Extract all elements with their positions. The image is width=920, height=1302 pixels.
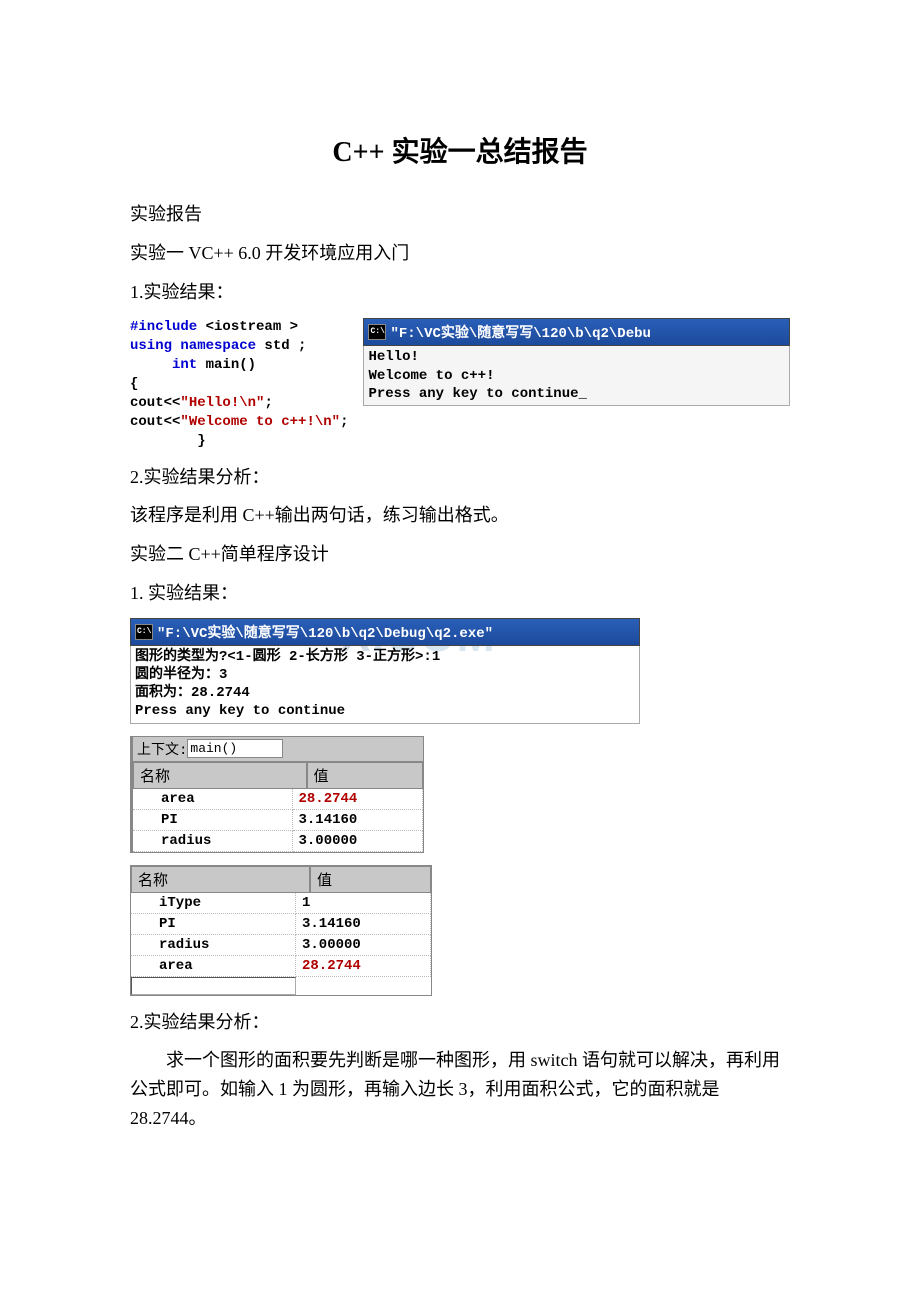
page-title: C++ 实验一总结报告 bbox=[130, 130, 790, 170]
debug-rows-2: iType 1 PI 3.14160 radius 3.00000 area 2… bbox=[131, 893, 431, 995]
exp1-analysis-label: 2.实验结果分析： bbox=[130, 463, 790, 492]
cursor-icon bbox=[579, 386, 587, 402]
exp2-heading: 实验二 C++简单程序设计 bbox=[130, 540, 790, 569]
table-row: radius 3.00000 bbox=[133, 831, 423, 852]
console-1-title-text: "F:\VC实验\随意写写\120\b\q2\Debu bbox=[390, 322, 650, 342]
exp1-heading: 实验一 VC++ 6.0 开发环境应用入门 bbox=[130, 239, 790, 268]
exp1-analysis-text: 该程序是利用 C++输出两句话，练习输出格式。 bbox=[130, 501, 790, 530]
title-cn: 实验一总结报告 bbox=[392, 137, 588, 168]
console-icon bbox=[368, 324, 386, 340]
debug-panel-2: 名称 值 iType 1 PI 3.14160 radius 3.00000 a… bbox=[130, 865, 432, 996]
context-label: 上下文: bbox=[137, 739, 187, 759]
table-edit-row[interactable] bbox=[131, 977, 431, 995]
debug-context-row: 上下文: bbox=[133, 737, 423, 762]
debug-rows-1: area 28.2744 PI 3.14160 radius 3.00000 bbox=[133, 789, 423, 852]
console-2-title-bar: "F:\VC实验\随意写写\120\b\q2\Debug\q2.exe" bbox=[130, 618, 640, 646]
exp2-analysis-text: 求一个图形的面积要先判断是哪一种图形，用 switch 语句就可以解决，再利用公… bbox=[130, 1046, 790, 1132]
table-row: iType 1 bbox=[131, 893, 431, 914]
table-row: PI 3.14160 bbox=[131, 914, 431, 935]
col-name-header: 名称 bbox=[131, 866, 310, 893]
console-1: "F:\VC实验\随意写写\120\b\q2\Debu Hello! Welco… bbox=[363, 318, 790, 406]
table-row: PI 3.14160 bbox=[133, 810, 423, 831]
exp1-row: #include <iostream > using namespace std… bbox=[130, 318, 790, 450]
table-row: area 28.2744 bbox=[133, 789, 423, 810]
title-en: C++ bbox=[332, 137, 384, 168]
code-block-1: #include <iostream > using namespace std… bbox=[130, 318, 348, 450]
console-2-body: 图形的类型为?<1-圆形 2-长方形 3-正方形>:1 圆的半径为：3 面积为：… bbox=[130, 646, 640, 724]
console-2: XX.COM.COM "F:\VC实验\随意写写\120\b\q2\Debug\… bbox=[130, 618, 640, 724]
context-input[interactable] bbox=[187, 739, 283, 758]
debug-header-2: 名称 值 bbox=[131, 866, 431, 893]
exp2-analysis-label: 2.实验结果分析： bbox=[130, 1008, 790, 1037]
console-1-title-bar: "F:\VC实验\随意写写\120\b\q2\Debu bbox=[363, 318, 790, 346]
exp1-result-label: 1.实验结果： bbox=[130, 278, 790, 307]
console-2-title-text: "F:\VC实验\随意写写\120\b\q2\Debug\q2.exe" bbox=[157, 622, 493, 642]
document-page: C++ 实验一总结报告 实验报告 实验一 VC++ 6.0 开发环境应用入门 1… bbox=[0, 0, 920, 1223]
table-row: area 28.2744 bbox=[131, 956, 431, 977]
col-val-header: 值 bbox=[310, 866, 431, 893]
exp2-result-label: 1. 实验结果： bbox=[130, 579, 790, 608]
col-name-header: 名称 bbox=[133, 762, 307, 789]
debug-header-1: 名称 值 bbox=[133, 762, 423, 789]
debug-panel-1: 上下文: 名称 值 area 28.2744 PI 3.14160 radius… bbox=[130, 736, 424, 853]
console-icon bbox=[135, 624, 153, 640]
table-row: radius 3.00000 bbox=[131, 935, 431, 956]
subheader: 实验报告 bbox=[130, 200, 790, 229]
col-val-header: 值 bbox=[307, 762, 424, 789]
console-1-body: Hello! Welcome to c++! Press any key to … bbox=[363, 346, 790, 406]
